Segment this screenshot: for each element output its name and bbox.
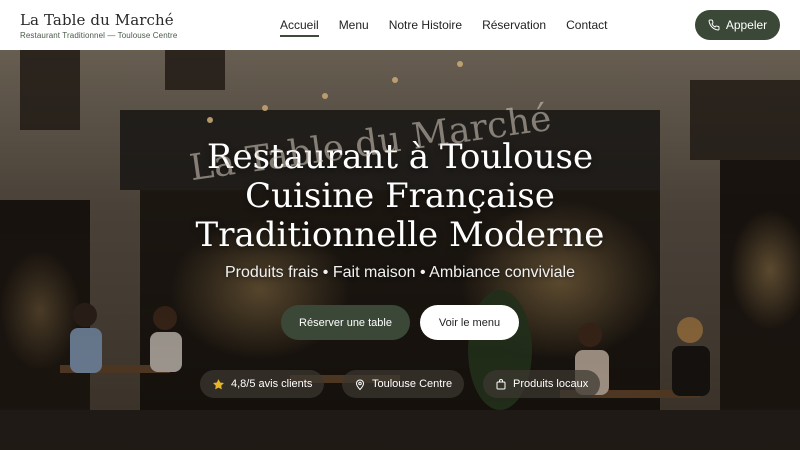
rating-badge-label: 4,8/5 avis clients — [231, 378, 313, 390]
location-pin-icon — [355, 379, 365, 390]
view-menu-button[interactable]: Voir le menu — [420, 305, 519, 340]
nav-item-contact[interactable]: Contact — [566, 0, 607, 50]
call-button[interactable]: Appeler — [695, 10, 780, 40]
hero-title-line-2: Cuisine Française — [245, 176, 555, 216]
nav-item-accueil[interactable]: Accueil — [280, 0, 319, 50]
hero-title-line-3: Traditionnelle Moderne — [195, 215, 605, 255]
nav-item-reservation[interactable]: Réservation — [482, 0, 546, 50]
facade-sign: La Table du Marché — [190, 100, 550, 180]
local-products-badge-label: Produits locaux — [513, 378, 589, 390]
brand[interactable]: La Table du Marché Restaurant Traditionn… — [20, 10, 177, 41]
location-badge-label: Toulouse Centre — [372, 378, 453, 390]
site-header: La Table du Marché Restaurant Traditionn… — [0, 0, 800, 50]
reserve-table-button[interactable]: Réserver une table — [281, 305, 410, 340]
local-products-badge: Produits locaux — [483, 370, 601, 398]
hero-subtitle: Produits frais • Fait maison • Ambiance … — [224, 264, 575, 281]
shopping-bag-icon — [496, 378, 506, 389]
nav-item-notre-histoire[interactable]: Notre Histoire — [389, 0, 462, 50]
star-icon — [213, 378, 224, 389]
brand-name[interactable]: La Table du Marché — [20, 10, 177, 30]
rating-badge: 4,8/5 avis clients — [200, 370, 325, 398]
hero-section: Restaurant à Toulouse Cuisine Française … — [0, 50, 800, 450]
brand-tagline: Restaurant Traditionnel — Toulouse Centr… — [20, 31, 178, 40]
phone-icon — [708, 19, 720, 31]
main-nav: Accueil Menu Notre Histoire Réservation … — [280, 0, 627, 50]
nav-item-menu[interactable]: Menu — [339, 0, 369, 50]
call-button-label: Appeler — [725, 18, 768, 32]
location-badge: Toulouse Centre — [342, 370, 465, 398]
facade-sign-text: La Table du Marché — [190, 100, 550, 180]
